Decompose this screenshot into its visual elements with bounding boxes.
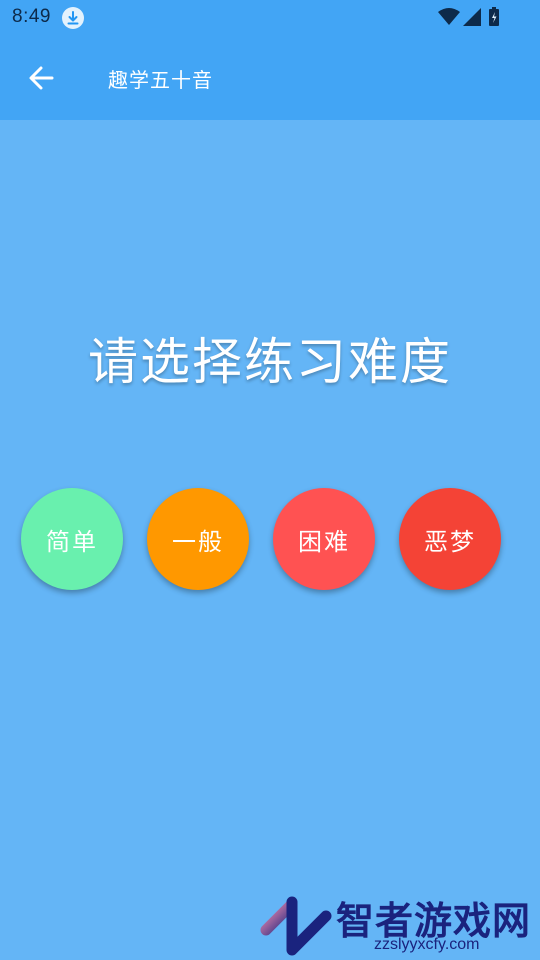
nightmare-label: 恶梦 xyxy=(424,527,476,556)
status-bar: 8:49 xyxy=(0,0,540,36)
battery-icon xyxy=(489,7,499,26)
page-title: 趣学五十音 xyxy=(108,68,213,92)
normal-label: 一般 xyxy=(172,527,224,556)
hard-label: 困难 xyxy=(298,527,350,556)
status-icons xyxy=(438,6,502,28)
arrow-back-icon xyxy=(29,66,54,90)
normal-button[interactable]: 一般 xyxy=(147,488,249,590)
watermark: 智者游戏网 zzslyyxcfy.com xyxy=(258,888,540,960)
easy-label: 简单 xyxy=(46,527,98,556)
hard-button[interactable]: 困难 xyxy=(273,488,375,590)
difficulty-prompt: 请选择练习难度 xyxy=(88,333,452,391)
back-button[interactable] xyxy=(22,58,62,98)
app-bar: 趣学五十音 xyxy=(0,36,540,120)
status-time: 8:49 xyxy=(12,6,51,27)
signal-icon xyxy=(463,8,481,26)
wifi-icon xyxy=(438,8,460,25)
easy-button[interactable]: 简单 xyxy=(21,488,123,590)
nightmare-button[interactable]: 恶梦 xyxy=(399,488,501,590)
download-icon xyxy=(62,7,84,29)
watermark-logo-icon xyxy=(260,896,332,956)
watermark-url: zzslyyxcfy.com xyxy=(374,936,480,953)
